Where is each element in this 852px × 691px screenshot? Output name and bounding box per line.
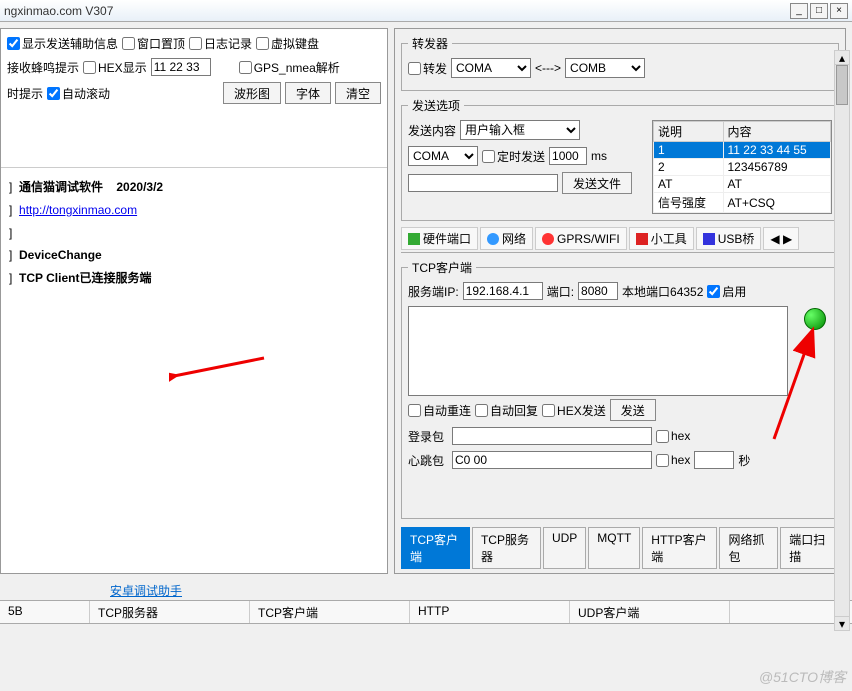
btn-clear[interactable]: 清空 [335,82,381,104]
chk-vkbd[interactable]: 虚拟键盘 [256,35,319,52]
bottom-tab[interactable]: HTTP [410,601,570,623]
hex-input[interactable] [151,58,211,76]
bottom-tab[interactable]: 5B [0,601,90,623]
btn-send-file[interactable]: 发送文件 [562,172,632,194]
send-text-input[interactable] [408,174,558,192]
tab-gprs[interactable]: GPRS/WIFI [535,227,627,250]
chk-autoscroll[interactable]: 自动滚动 [47,85,110,102]
preset-table[interactable]: 说明内容 111 22 33 44 55 2123456789 ATAT 信号强… [652,120,832,214]
chk-log[interactable]: 日志记录 [189,35,252,52]
heartbeat-input[interactable] [452,451,652,469]
sendopt-group: 发送选项 发送内容 用户输入框 COMA 定时发送 ms 发送 [401,97,839,221]
server-ip-input[interactable] [463,282,543,300]
btn-wave[interactable]: 波形图 [223,82,281,104]
subtab-udp[interactable]: UDP [543,527,586,569]
chk-login-hex[interactable]: hex [656,429,690,443]
tongxinmao-link[interactable]: http://tongxinmao.com [19,203,137,217]
window-title: ngxinmao.com V307 [4,4,790,18]
android-link[interactable]: 安卓调试助手 [110,582,182,599]
subtab-tcpclient[interactable]: TCP客户端 [401,527,470,569]
tab-tools[interactable]: 小工具 [629,227,694,250]
left-panel: 显示发送辅助信息 窗口置顶 日志记录 虚拟键盘 接收蜂鸣提示 HEX显示 GPS… [0,28,388,574]
table-row: 111 22 33 44 55 [654,142,831,159]
bottom-bar: 5B TCP服务器 TCP客户端 HTTP UDP客户端 [0,600,852,624]
server-port-input[interactable] [578,282,618,300]
btn-tcp-send[interactable]: 发送 [610,399,656,421]
chk-reconnect[interactable]: 自动重连 [408,402,471,419]
chk-hexsend[interactable]: HEX发送 [542,402,606,419]
subtab-httpclient[interactable]: HTTP客户端 [642,527,717,569]
sel-coma[interactable]: COMA [451,58,531,78]
usb-icon [703,233,715,245]
login-pkt-input[interactable] [452,427,652,445]
minimize-button[interactable]: _ [790,3,808,19]
watermark: @51CTO博客 [759,667,846,687]
lbl-realtime: 时提示 [7,85,43,102]
tab-usb[interactable]: USB桥 [696,227,762,250]
close-button[interactable]: × [830,3,848,19]
heartbeat-sec-input[interactable] [694,451,734,469]
chk-topmost[interactable]: 窗口置顶 [122,35,185,52]
table-row: 信号强度AT+CSQ [654,193,831,213]
chip-icon [408,233,420,245]
sel-send-com[interactable]: COMA [408,146,478,166]
tcp-textarea[interactable] [408,306,788,396]
table-row: 2123456789 [654,159,831,176]
red-arrow-icon [169,356,269,386]
bottom-subtabs: TCP客户端 TCP服务器 UDP MQTT HTTP客户端 网络抓包 端口扫描 [401,527,839,569]
globe-icon [487,233,499,245]
signal-icon [542,233,554,245]
subtab-tcpserver[interactable]: TCP服务器 [472,527,541,569]
chk-forward[interactable]: 转发 [408,60,447,77]
subtab-mqtt[interactable]: MQTT [588,527,640,569]
tcp-client-group: TCP客户端 服务端IP: 端口: 本地端口64352 启用 自动重连 自动回复 [401,259,839,519]
maximize-button[interactable]: □ [810,3,828,19]
btn-font[interactable]: 字体 [285,82,331,104]
tool-icon [636,233,648,245]
lbl-beep: 接收蜂鸣提示 [7,59,79,76]
status-led-icon [804,308,826,330]
chk-enable[interactable]: 启用 [707,283,746,300]
vscrollbar[interactable]: ▴ ▾ [834,50,850,631]
chk-timer-send[interactable]: 定时发送 [482,148,545,165]
subtab-portscan[interactable]: 端口扫描 [780,527,839,569]
right-panel: 转发器 转发 COMA <---> COMB 发送选项 发送内容 用户输入框 C… [394,28,846,574]
sel-send-content[interactable]: 用户输入框 [460,120,580,140]
subtab-capture[interactable]: 网络抓包 [719,527,778,569]
chk-show-aux[interactable]: 显示发送辅助信息 [7,35,118,52]
chk-autoreply[interactable]: 自动回复 [475,402,538,419]
bottom-tab[interactable]: TCP客户端 [250,601,410,623]
chk-heart-hex[interactable]: hex [656,453,690,467]
chk-gps[interactable]: GPS_nmea解析 [239,59,340,76]
bottom-tab[interactable]: UDP客户端 [570,601,730,623]
log-area: ] 通信猫调试软件 2020/3/2 ] http://tongxinmao.c… [1,167,387,573]
forward-group: 转发器 转发 COMA <---> COMB [401,35,839,91]
tab-scroll-right[interactable]: ◀ ▶ [763,227,799,250]
bottom-tab[interactable]: TCP服务器 [90,601,250,623]
tab-network[interactable]: 网络 [480,227,533,250]
table-row: ATAT [654,176,831,193]
tab-hardware[interactable]: 硬件端口 [401,227,478,250]
timer-input[interactable] [549,147,587,165]
chk-hex-display[interactable]: HEX显示 [83,59,147,76]
titlebar: ngxinmao.com V307 _ □ × [0,0,852,22]
middle-tabs: 硬件端口 网络 GPRS/WIFI 小工具 USB桥 ◀ ▶ [401,227,839,253]
sel-comb[interactable]: COMB [565,58,645,78]
